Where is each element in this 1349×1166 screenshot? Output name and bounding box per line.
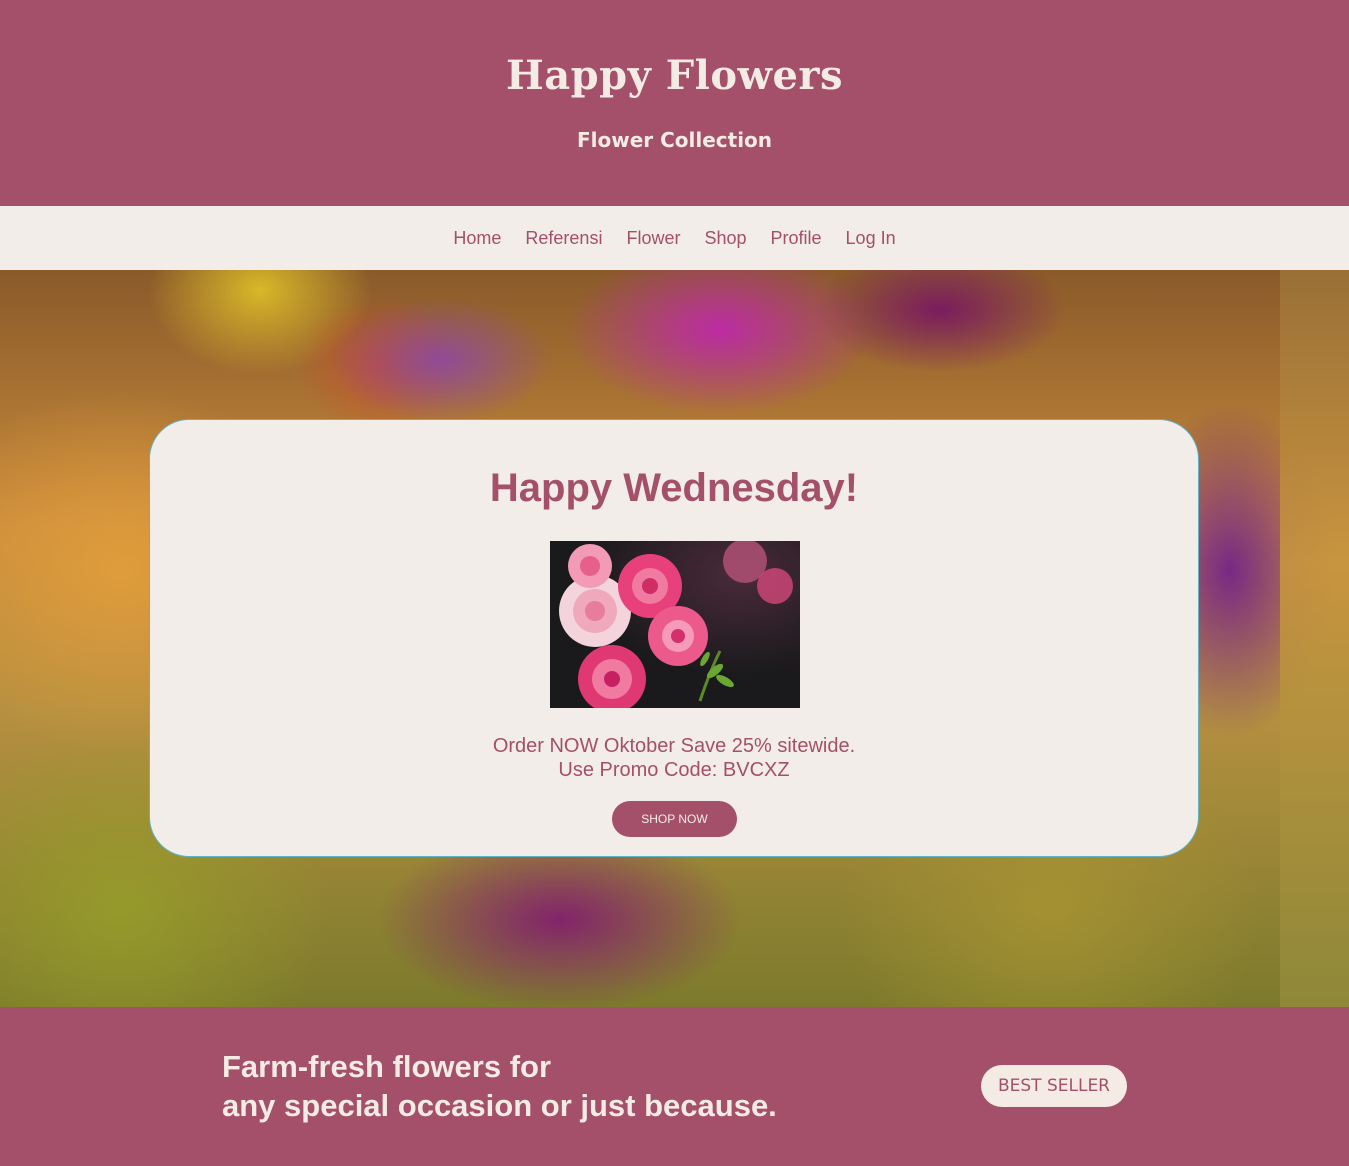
hero-edge-strip	[1280, 270, 1349, 1007]
tagline-line-1: Farm-fresh flowers for	[222, 1049, 552, 1084]
best-seller-button[interactable]: BEST SELLER	[981, 1065, 1127, 1107]
tagline: Farm-fresh flowers for any special occas…	[222, 1047, 777, 1125]
nav-item-home[interactable]: Home	[453, 228, 501, 249]
roses-image	[550, 541, 800, 708]
promo-card: Happy Wednesday! Order NOW Oktober Save …	[149, 419, 1199, 857]
tagline-line-2: any special occasion or just because.	[222, 1088, 777, 1123]
main-nav: Home Referensi Flower Shop Profile Log I…	[0, 206, 1349, 270]
nav-item-profile[interactable]: Profile	[771, 228, 822, 249]
nav-item-flower[interactable]: Flower	[626, 228, 680, 249]
shop-now-button[interactable]: SHOP NOW	[612, 801, 737, 837]
hero-background: Happy Wednesday! Order NOW Oktober Save …	[0, 270, 1349, 1007]
site-header: Happy Flowers Flower Collection	[0, 0, 1349, 206]
nav-item-referensi[interactable]: Referensi	[525, 228, 602, 249]
promo-text: Order NOW Oktober Save 25% sitewide. Use…	[150, 734, 1198, 782]
nav-item-log-in[interactable]: Log In	[846, 228, 896, 249]
footer-banner: Farm-fresh flowers for any special occas…	[0, 1007, 1349, 1166]
promo-line-1: Order NOW Oktober Save 25% sitewide.	[492, 735, 856, 757]
promo-line-2: Use Promo Code: BVCXZ	[558, 759, 790, 781]
promo-heading: Happy Wednesday!	[489, 466, 859, 510]
site-title: Happy Flowers	[505, 52, 844, 99]
nav-item-shop[interactable]: Shop	[704, 228, 746, 249]
site-subtitle: Flower Collection	[576, 128, 773, 152]
